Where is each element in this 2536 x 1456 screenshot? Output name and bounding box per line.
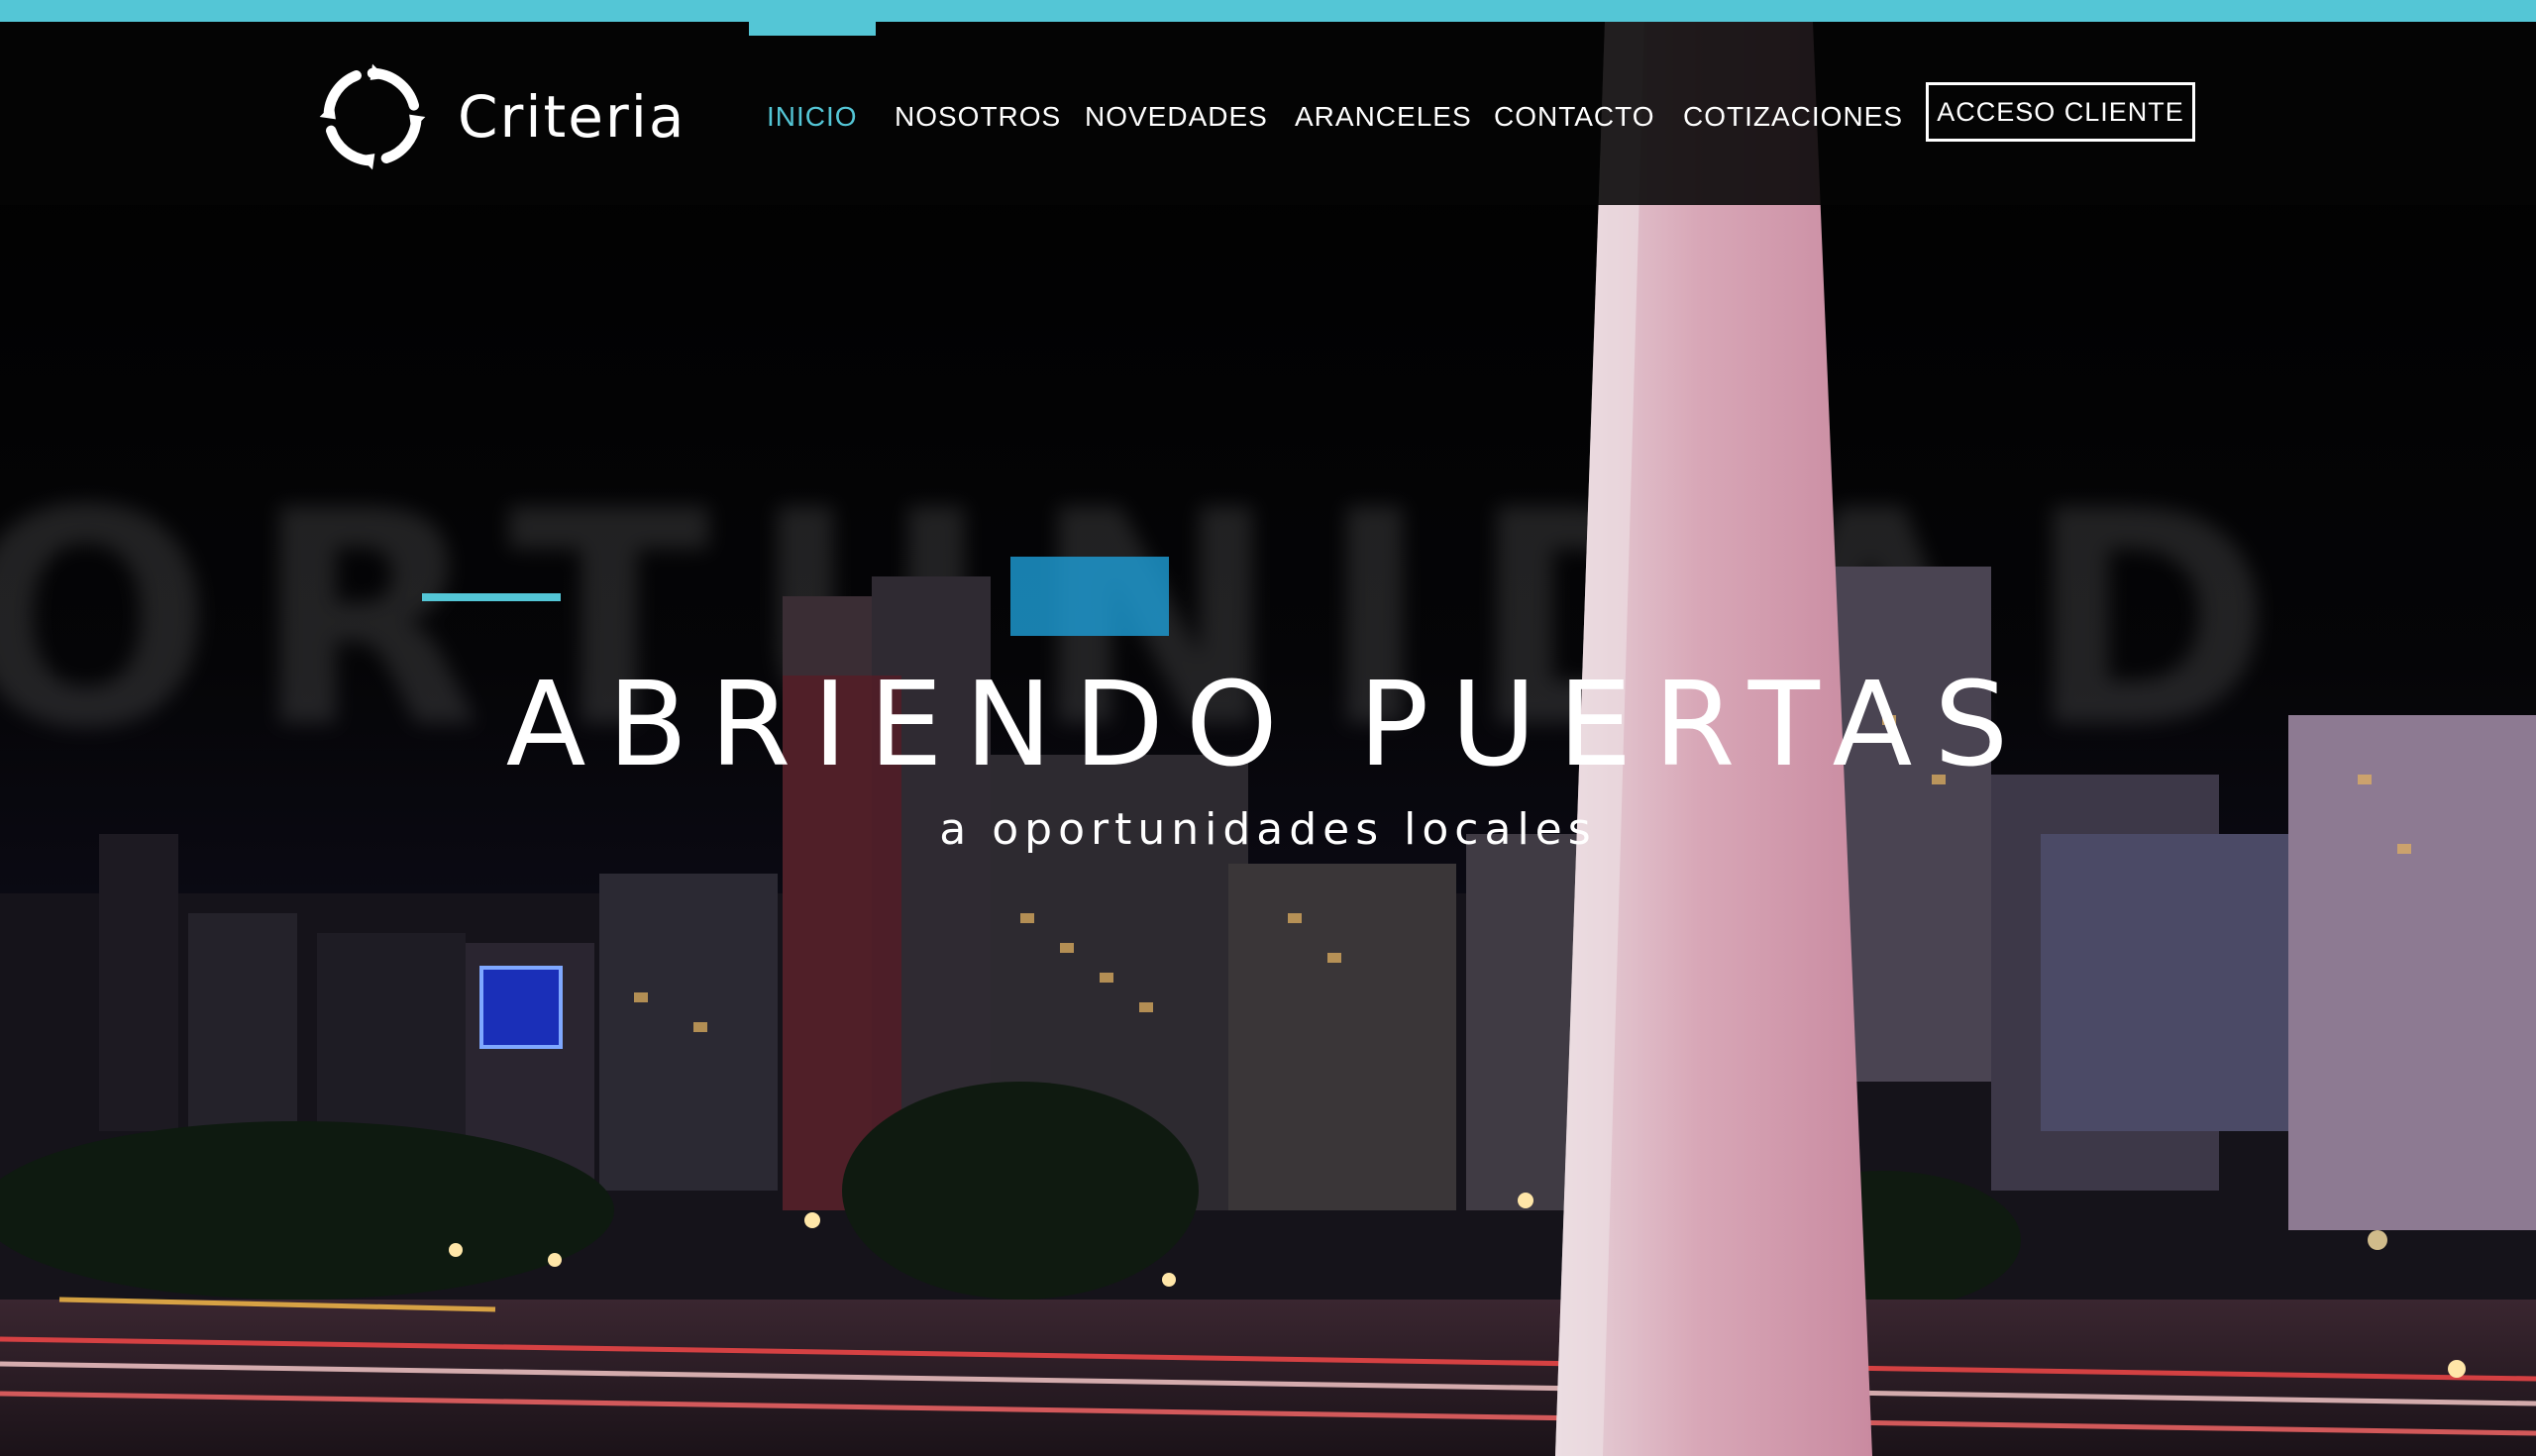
main-navbar: Criteria INICIO NOSOTROS NOVEDADES ARANC… [0, 22, 2536, 205]
nav-item-nosotros[interactable]: NOSOTROS [895, 101, 1061, 133]
nav-item-inicio[interactable]: INICIO [767, 101, 858, 133]
criteria-logo-icon[interactable] [315, 59, 430, 174]
nav-item-novedades[interactable]: NOVEDADES [1085, 101, 1268, 133]
title-accent-line [422, 593, 561, 601]
hero-title: ABRIENDO PUERTAS [505, 656, 2031, 792]
brand-name[interactable]: Criteria [458, 83, 686, 151]
hero-subtitle: a oportunidades locales [939, 804, 1597, 855]
active-nav-indicator [749, 22, 876, 36]
nav-item-aranceles[interactable]: ARANCELES [1295, 101, 1472, 133]
nav-item-contacto[interactable]: CONTACTO [1494, 101, 1655, 133]
client-access-button[interactable]: ACCESO CLIENTE [1926, 82, 2195, 142]
nav-item-cotizaciones[interactable]: COTIZACIONES [1683, 101, 1903, 133]
hero-banner: ORTUNIDAD [0, 22, 2536, 1456]
top-accent-strip [0, 0, 2536, 22]
